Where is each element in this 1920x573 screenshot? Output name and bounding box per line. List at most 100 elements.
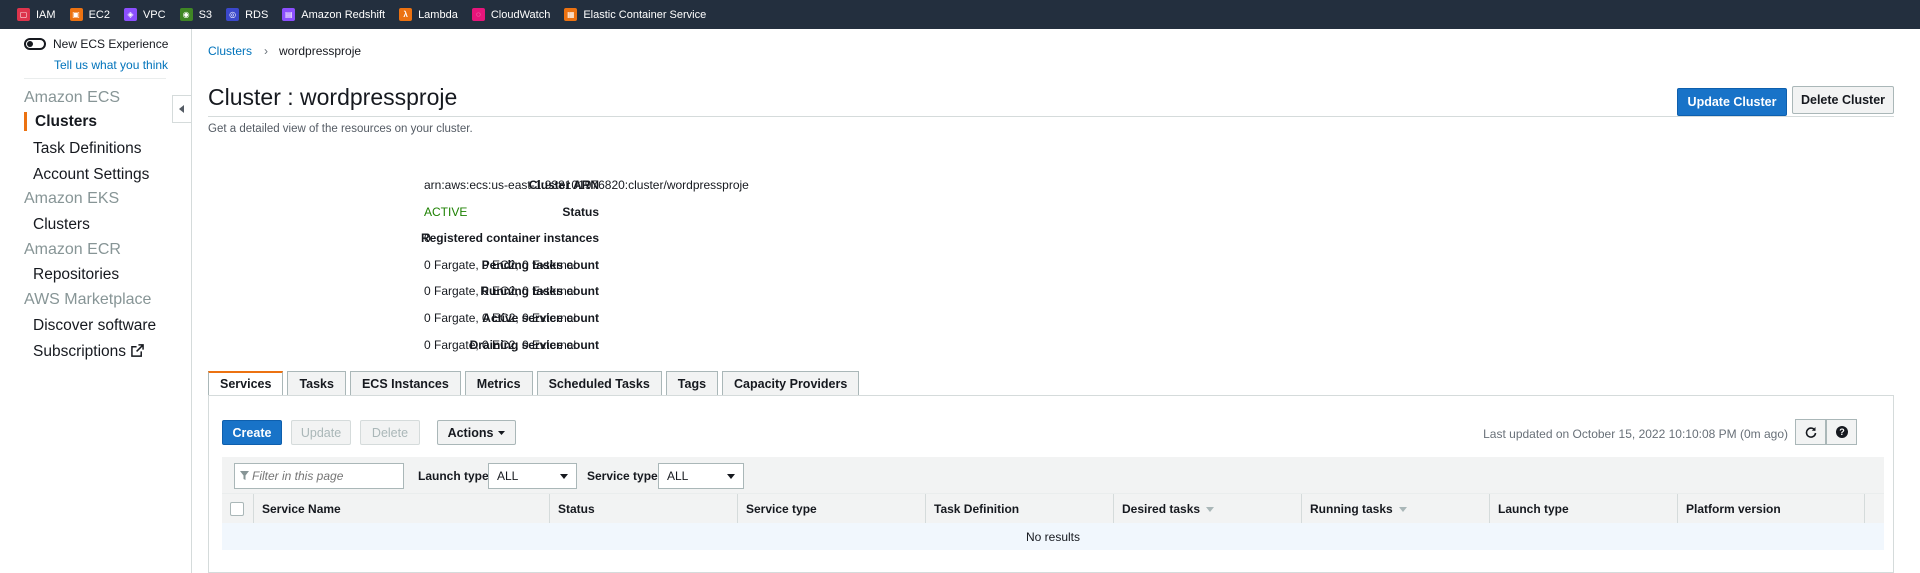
tab-tags[interactable]: Tags	[665, 371, 719, 396]
tab-ecs-instances[interactable]: ECS Instances	[349, 371, 461, 396]
help-icon: ?	[1835, 426, 1848, 438]
chevron-left-icon	[179, 105, 184, 113]
active-indicator	[24, 112, 27, 131]
create-service-button[interactable]: Create	[222, 420, 282, 445]
filter-icon	[240, 471, 249, 480]
favorite-ec2[interactable]: ▣ EC2	[69, 0, 110, 29]
tab-metrics[interactable]: Metrics	[464, 371, 533, 396]
column-label: Launch type	[1498, 502, 1569, 516]
sidebar-group-amazon-ecs: Amazon ECS	[24, 89, 121, 106]
page-title: Cluster : wordpressproje	[208, 84, 458, 110]
favorites-bar: ▢ IAM ▣ EC2 ◈ VPC ◉ S3 ◎ RDS ▤ Amazon Re…	[0, 0, 1920, 29]
detail-value: 0 Fargate, 0 EC2, 0 External	[424, 311, 577, 325]
launch-type-label: Launch type	[418, 469, 489, 483]
sort-icon	[1206, 506, 1215, 512]
chevron-down-icon	[727, 474, 735, 479]
sidebar-item-task-definitions[interactable]: Task Definitions	[33, 140, 142, 158]
column-task-definition[interactable]: Task Definition	[925, 494, 1113, 524]
column-running-tasks[interactable]: Running tasks	[1301, 494, 1489, 524]
tab-tasks[interactable]: Tasks	[287, 371, 346, 396]
sidebar-item-label: Subscriptions	[33, 343, 127, 360]
services-table-header: Service Name Status Service type Task De…	[222, 493, 1884, 524]
tab-scheduled-tasks[interactable]: Scheduled Tasks	[536, 371, 662, 396]
sidebar-item-discover-software[interactable]: Discover software	[33, 317, 156, 335]
feedback-link[interactable]: Tell us what you think	[54, 58, 168, 72]
lambda-icon: λ	[399, 8, 413, 21]
delete-cluster-button[interactable]: Delete Cluster	[1792, 86, 1894, 114]
column-label: Platform version	[1686, 502, 1781, 516]
column-label: Service Name	[262, 502, 341, 516]
ecs-icon: ▦	[564, 8, 578, 21]
column-label: Service type	[746, 502, 817, 516]
detail-row-cluster-arn: Cluster ARN arn:aws:ecs:us-east-1:938101…	[208, 178, 1108, 194]
column-desired-tasks[interactable]: Desired tasks	[1113, 494, 1301, 524]
sidebar-group-amazon-ecr: Amazon ECR	[24, 241, 121, 258]
iam-icon: ▢	[17, 8, 30, 21]
column-label: Desired tasks	[1122, 502, 1201, 516]
favorite-iam[interactable]: ▢ IAM	[17, 0, 56, 29]
favorite-ecs[interactable]: ▦ Elastic Container Service	[564, 0, 706, 29]
column-platform-version[interactable]: Platform version	[1677, 494, 1864, 524]
detail-row-registered-instances: Registered container instances 0	[208, 231, 1108, 247]
sort-icon	[1398, 506, 1407, 512]
detail-row-pending-tasks: Pending tasks count 0 Fargate, 0 EC2, 0 …	[208, 258, 1108, 274]
tab-services[interactable]: Services	[208, 371, 284, 396]
refresh-button[interactable]	[1795, 419, 1826, 445]
sidebar-item-eks-clusters[interactable]: Clusters	[33, 216, 90, 234]
service-type-select[interactable]: ALL	[658, 463, 744, 489]
favorite-redshift[interactable]: ▤ Amazon Redshift	[282, 0, 385, 29]
caret-down-icon	[498, 430, 506, 435]
favorite-lambda[interactable]: λ Lambda	[399, 0, 458, 29]
cluster-tabs: Services Tasks ECS Instances Metrics Sch…	[208, 371, 863, 396]
launch-type-select[interactable]: ALL	[488, 463, 577, 489]
actions-label: Actions	[447, 425, 494, 440]
column-label: Status	[558, 502, 595, 516]
favorite-label: CloudWatch	[490, 8, 551, 21]
column-service-name[interactable]: Service Name	[253, 494, 549, 524]
sidebar-item-clusters[interactable]: Clusters	[35, 113, 97, 131]
select-all-checkbox[interactable]	[230, 502, 244, 516]
actions-dropdown[interactable]: Actions	[437, 420, 516, 445]
cloudwatch-icon: ◌	[471, 8, 485, 21]
detail-value: 0	[424, 231, 431, 245]
detail-row-active-services: Active service count 0 Fargate, 0 EC2, 0…	[208, 311, 1108, 327]
empty-table-message: No results	[222, 523, 1884, 550]
help-button[interactable]: ?	[1826, 419, 1857, 445]
rds-icon: ◎	[226, 8, 240, 21]
detail-value: 0 Fargate, 0 EC2, 0 External	[424, 284, 577, 298]
column-status[interactable]: Status	[549, 494, 737, 524]
detail-row-running-tasks: Running tasks count 0 Fargate, 0 EC2, 0 …	[208, 284, 1108, 300]
update-cluster-button[interactable]: Update Cluster	[1677, 88, 1787, 116]
vpc-icon: ◈	[123, 8, 137, 21]
new-ecs-experience-toggle[interactable]	[24, 38, 46, 50]
favorite-cloudwatch[interactable]: ◌ CloudWatch	[471, 0, 551, 29]
sidebar-item-subscriptions[interactable]: Subscriptions	[33, 343, 144, 361]
favorite-label: VPC	[142, 8, 166, 21]
detail-value: 0 Fargate, 0 EC2, 0 External	[424, 258, 577, 272]
redshift-icon: ▤	[282, 8, 296, 21]
service-type-label: Service type	[587, 469, 658, 483]
filter-input[interactable]	[234, 463, 404, 489]
delete-service-button[interactable]: Delete	[360, 420, 420, 445]
detail-label: Status	[562, 205, 599, 219]
favorite-rds[interactable]: ◎ RDS	[226, 0, 268, 29]
favorite-vpc[interactable]: ◈ VPC	[123, 0, 166, 29]
sidebar-item-repositories[interactable]: Repositories	[33, 266, 119, 284]
detail-label: Registered container instances	[420, 231, 599, 245]
toggle-label: New ECS Experience	[53, 37, 169, 51]
breadcrumb-clusters-link[interactable]: Clusters	[208, 44, 252, 58]
new-ecs-experience-toggle-row: New ECS Experience	[24, 37, 168, 51]
sidebar: New ECS Experience Tell us what you thin…	[0, 29, 192, 573]
column-launch-type[interactable]: Launch type	[1489, 494, 1677, 524]
tab-capacity-providers[interactable]: Capacity Providers	[722, 371, 860, 396]
favorite-label: S3	[198, 8, 213, 21]
column-service-type[interactable]: Service type	[737, 494, 925, 524]
title-divider	[208, 116, 1894, 117]
update-service-button[interactable]: Update	[291, 420, 351, 445]
launch-type-value: ALL	[497, 469, 519, 483]
sidebar-item-account-settings[interactable]: Account Settings	[33, 166, 149, 184]
collapse-sidebar-button[interactable]	[172, 95, 191, 123]
favorite-label: Amazon Redshift	[301, 8, 386, 21]
ec2-icon: ▣	[69, 8, 83, 21]
favorite-s3[interactable]: ◉ S3	[179, 0, 213, 29]
